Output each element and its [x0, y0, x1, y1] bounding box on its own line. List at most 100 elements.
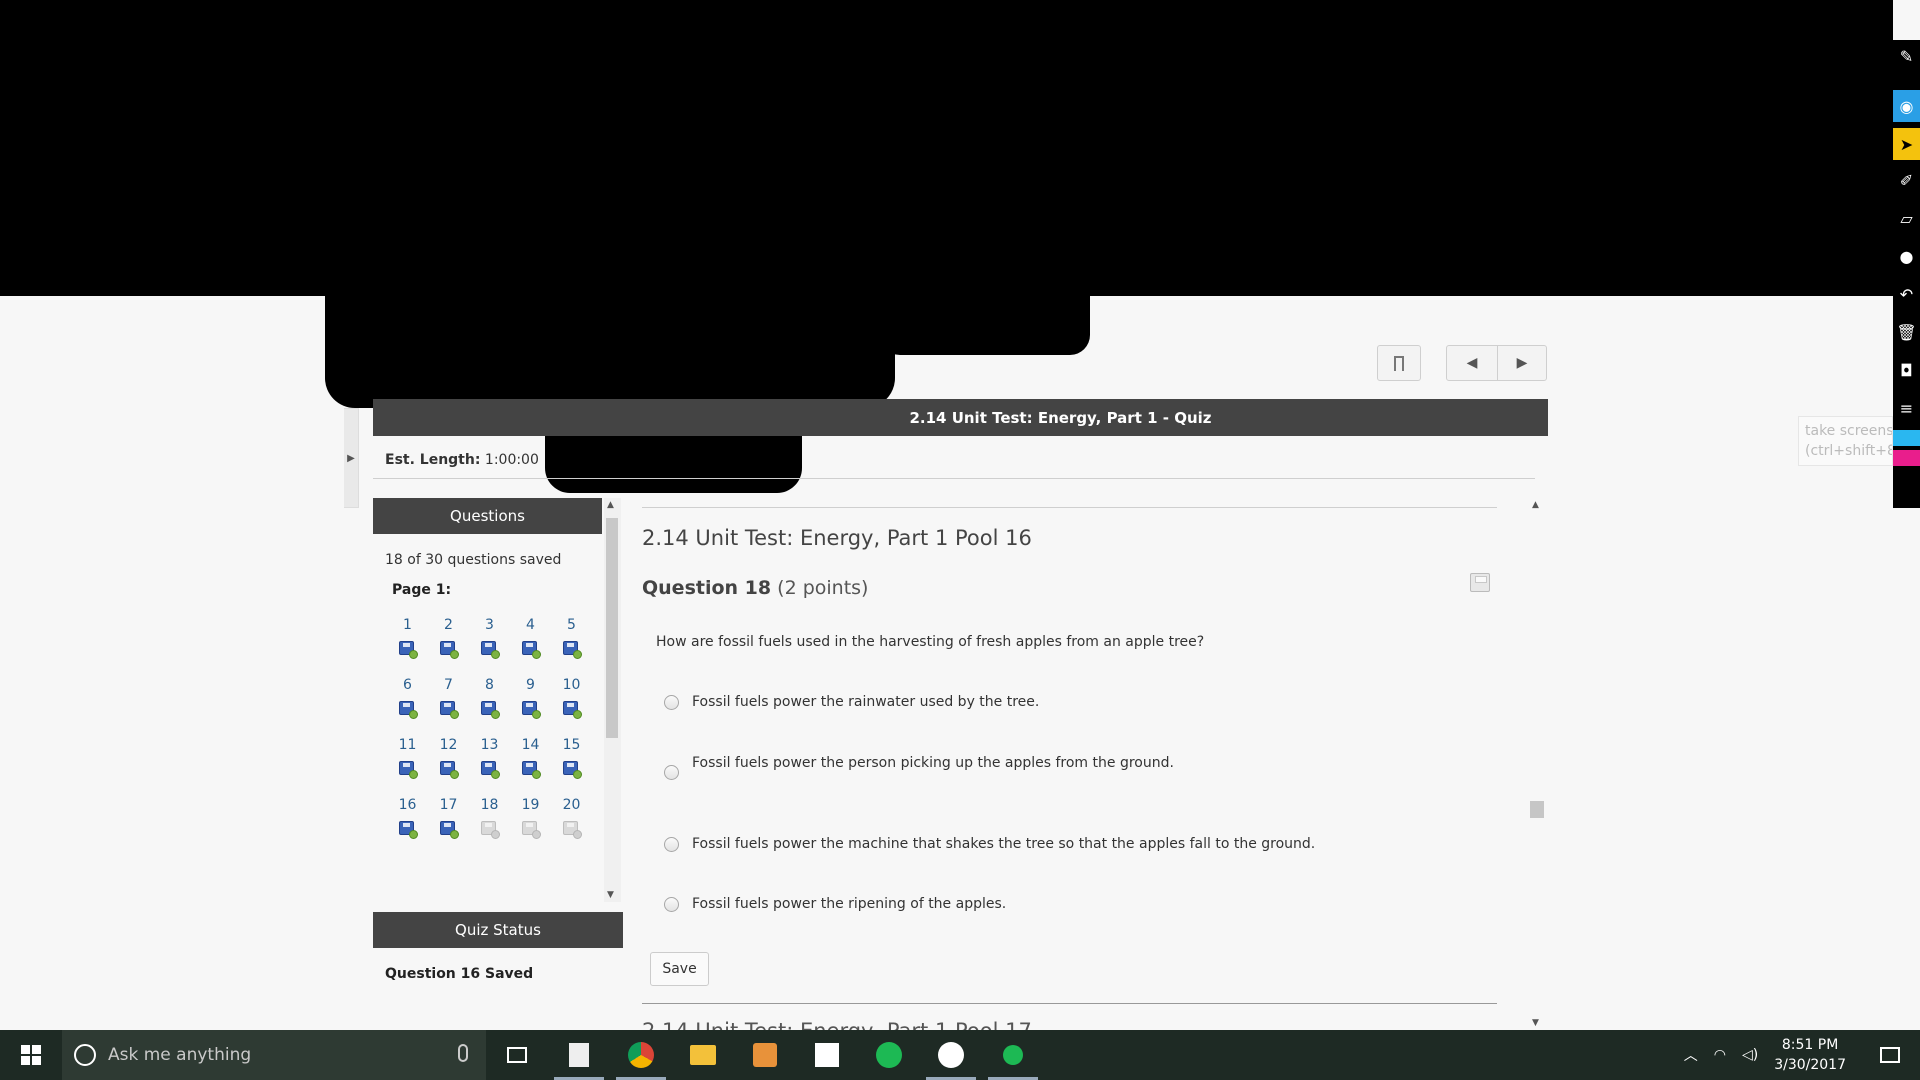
scroll-up-icon[interactable]: ▲: [607, 500, 614, 510]
pen-app[interactable]: [920, 1030, 982, 1080]
answer-option-2[interactable]: Fossil fuels power the person picking up…: [664, 755, 1174, 780]
divider: [373, 478, 1535, 479]
clock-date: 3/30/2017: [1774, 1057, 1846, 1073]
circle-icon[interactable]: ●: [1893, 240, 1920, 272]
notification-icon[interactable]: [1880, 1047, 1900, 1063]
triangle-right-icon: ▶: [1516, 355, 1528, 371]
calculator-app[interactable]: [548, 1030, 610, 1080]
pen-icon[interactable]: ✎: [1893, 40, 1920, 72]
question-number-link[interactable]: 3: [485, 618, 494, 632]
camera-icon[interactable]: ◘: [1893, 354, 1920, 386]
start-button[interactable]: [0, 1030, 62, 1080]
sidebar-collapse-tab[interactable]: ▶: [344, 408, 359, 508]
question-number-link[interactable]: 19: [522, 798, 540, 812]
quiz-title: 2.14 Unit Test: Energy, Part 1 - Quiz: [909, 408, 1212, 427]
question-link[interactable]: 15: [551, 738, 592, 779]
trash-icon[interactable]: 🗑: [1893, 316, 1920, 348]
question-link[interactable]: 11: [387, 738, 428, 779]
radio-button[interactable]: [664, 765, 679, 780]
question-number: Question 18: [642, 577, 772, 599]
question-number-link[interactable]: 11: [399, 738, 417, 752]
question-link[interactable]: 13: [469, 738, 510, 779]
scroll-up-icon[interactable]: ▲: [1532, 500, 1539, 510]
question-link[interactable]: 19: [510, 798, 551, 839]
store-app[interactable]: [796, 1030, 858, 1080]
question-number-link[interactable]: 2: [444, 618, 453, 632]
question-number-link[interactable]: 10: [563, 678, 581, 692]
undo-icon[interactable]: ↶: [1893, 278, 1920, 310]
question-link[interactable]: 8: [469, 678, 510, 719]
question-link[interactable]: 12: [428, 738, 469, 779]
question-number-link[interactable]: 17: [440, 798, 458, 812]
question-number-link[interactable]: 18: [481, 798, 499, 812]
chrome-app[interactable]: [610, 1030, 672, 1080]
question-link[interactable]: 14: [510, 738, 551, 779]
question-link[interactable]: 1: [387, 618, 428, 659]
radio-button[interactable]: [664, 836, 679, 852]
eraser-icon[interactable]: ▱: [1893, 202, 1920, 234]
answer-option-1[interactable]: Fossil fuels power the rainwater used by…: [664, 694, 1039, 710]
question-link[interactable]: 10: [551, 678, 592, 719]
radio-button[interactable]: [664, 896, 679, 912]
question-number-link[interactable]: 16: [399, 798, 417, 812]
question-number-link[interactable]: 4: [526, 618, 535, 632]
save-button[interactable]: Save: [650, 952, 709, 986]
question-number-link[interactable]: 15: [563, 738, 581, 752]
wifi-icon[interactable]: ◠: [1714, 1047, 1726, 1063]
question-link[interactable]: 16: [387, 798, 428, 839]
question-link[interactable]: 6: [387, 678, 428, 719]
next-button[interactable]: ▶: [1497, 345, 1547, 381]
question-link[interactable]: 3: [469, 618, 510, 659]
quiz-status-title: Quiz Status: [455, 921, 541, 939]
notes-icon[interactable]: ≡: [1893, 392, 1920, 424]
scroll-down-icon[interactable]: ▼: [1532, 1018, 1539, 1028]
scrollbar-thumb[interactable]: [1530, 801, 1544, 818]
question-link[interactable]: 7: [428, 678, 469, 719]
answer-option-label: Fossil fuels power the rainwater used by…: [692, 694, 1040, 710]
question-link[interactable]: 4: [510, 618, 551, 659]
question-number-link[interactable]: 20: [563, 798, 581, 812]
question-number-link[interactable]: 5: [567, 618, 576, 632]
triangle-left-icon: ◀: [1466, 355, 1478, 371]
marker-icon[interactable]: ✐: [1893, 164, 1920, 196]
question-number-link[interactable]: 1: [403, 618, 412, 632]
radio-button[interactable]: [664, 694, 679, 710]
chevron-up-icon[interactable]: ︿: [1684, 1045, 1698, 1065]
taskbar-search[interactable]: Ask me anything: [62, 1030, 486, 1080]
media-app[interactable]: [734, 1030, 796, 1080]
answer-option-4[interactable]: Fossil fuels power the ripening of the a…: [664, 896, 1006, 912]
quiz-status-text: Question 16 Saved: [385, 966, 534, 982]
question-link[interactable]: 9: [510, 678, 551, 719]
question-number-link[interactable]: 12: [440, 738, 458, 752]
volume-icon[interactable]: ◁): [1742, 1047, 1758, 1063]
question-link[interactable]: 17: [428, 798, 469, 839]
previous-button[interactable]: ◀: [1446, 345, 1498, 381]
question-number-link[interactable]: 8: [485, 678, 494, 692]
questions-scrollbar[interactable]: ▲ ▼: [604, 498, 621, 902]
main-scrollbar[interactable]: ▲ ▼: [1528, 498, 1546, 1030]
eye-icon[interactable]: ◉: [1893, 90, 1920, 122]
question-link[interactable]: 2: [428, 618, 469, 659]
question-link[interactable]: 5: [551, 618, 592, 659]
question-link[interactable]: 18: [469, 798, 510, 839]
color-swatch-cyan[interactable]: [1893, 430, 1920, 446]
question-number-link[interactable]: 6: [403, 678, 412, 692]
question-number-link[interactable]: 7: [444, 678, 453, 692]
question-number-link[interactable]: 13: [481, 738, 499, 752]
spotify-app[interactable]: [858, 1030, 920, 1080]
cursor-icon[interactable]: ➤: [1893, 128, 1920, 160]
file-explorer-app[interactable]: [672, 1030, 734, 1080]
scroll-down-icon[interactable]: ▼: [607, 890, 614, 900]
question-number-link[interactable]: 9: [526, 678, 535, 692]
spotify-app-2[interactable]: [982, 1030, 1044, 1080]
question-link[interactable]: 20: [551, 798, 592, 839]
clock[interactable]: 8:51 PM 3/30/2017: [1774, 1035, 1846, 1075]
bookmark-button[interactable]: [1377, 345, 1421, 381]
scrollbar-thumb[interactable]: [606, 518, 618, 738]
task-view-button[interactable]: [486, 1030, 548, 1080]
answer-option-3[interactable]: Fossil fuels power the machine that shak…: [664, 836, 1315, 852]
question-number-link[interactable]: 14: [522, 738, 540, 752]
microphone-icon[interactable]: [458, 1044, 468, 1062]
color-swatch-magenta[interactable]: [1893, 450, 1920, 466]
chrome-icon: [628, 1042, 654, 1068]
